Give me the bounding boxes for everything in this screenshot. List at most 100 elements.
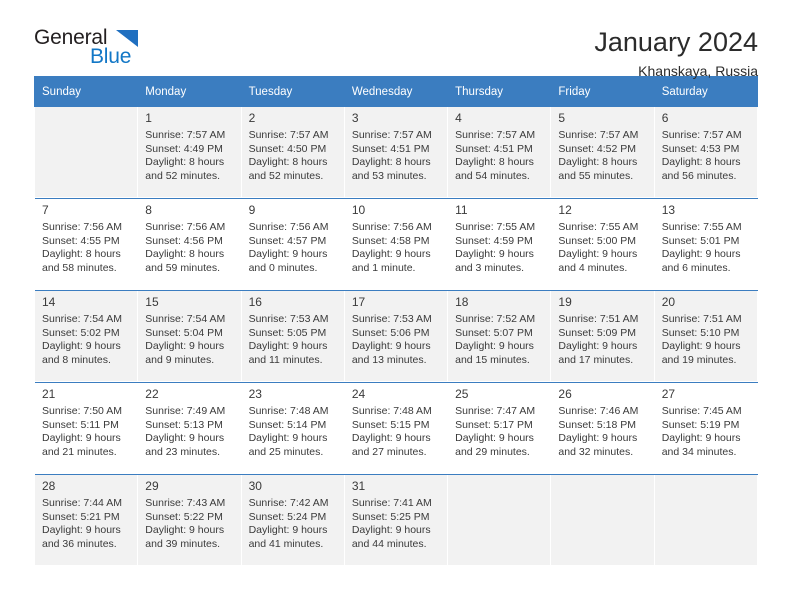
calendar-week-row: 28 Sunrise: 7:44 AM Sunset: 5:21 PM Dayligh… — [33, 475, 759, 566]
day-cell-content: 15 Sunrise: 7:54 AM Sunset: 5:04 PM Dayligh… — [138, 291, 240, 367]
calendar-day-cell[interactable]: 25 Sunrise: 7:47 AM Sunset: 5:17 PM Dayligh… — [447, 383, 552, 474]
day-daylight-text: Daylight: 8 hours — [558, 156, 638, 169]
day-daylight-text: Daylight: 9 hours — [455, 340, 534, 353]
day-cell-content: 23 Sunrise: 7:48 AM Sunset: 5:14 PM Dayligh… — [242, 383, 344, 459]
day-daylight-text: Daylight: 8 hours — [145, 156, 225, 169]
title-block: January 2024 Khanskaya, Russia — [594, 26, 758, 80]
day-sunrise-text: Sunrise: 7:41 AM — [351, 497, 432, 509]
day-cell-content: 17 Sunrise: 7:53 AM Sunset: 5:06 PM Dayligh… — [345, 291, 447, 367]
calendar-day-cell[interactable]: 23 Sunrise: 7:48 AM Sunset: 5:14 PM Dayligh… — [240, 383, 345, 474]
calendar-day-cell[interactable]: 3 Sunrise: 7:57 AM Sunset: 4:51 PM Daylight… — [343, 106, 449, 198]
day-sunrise-text: Sunrise: 7:55 AM — [455, 221, 536, 233]
calendar-day-cell[interactable]: 2 Sunrise: 7:57 AM Sunset: 4:50 PM Daylight… — [240, 106, 345, 198]
calendar-day-cell[interactable]: 17 Sunrise: 7:53 AM Sunset: 5:06 PM Dayligh… — [343, 291, 449, 382]
calendar-day-cell[interactable]: 22 Sunrise: 7:49 AM Sunset: 5:13 PM Dayligh… — [137, 383, 242, 474]
calendar-day-cell[interactable]: 28 Sunrise: 7:44 AM Sunset: 5:21 PM Dayligh… — [33, 475, 139, 566]
calendar-day-cell[interactable]: 13 Sunrise: 7:55 AM Sunset: 5:01 PM Dayligh… — [653, 199, 759, 290]
day-sunset-text: Sunset: 4:52 PM — [558, 142, 637, 155]
day-sunset-text: Sunset: 5:22 PM — [145, 510, 223, 523]
day-sunset-text: Sunset: 5:05 PM — [248, 326, 327, 339]
calendar-day-cell-empty — [653, 475, 759, 566]
day-sunrise-text: Sunrise: 7:51 AM — [558, 313, 639, 325]
calendar-day-cell[interactable]: 7 Sunrise: 7:56 AM Sunset: 4:55 PM Daylight… — [33, 199, 139, 290]
calendar-day-cell[interactable]: 16 Sunrise: 7:53 AM Sunset: 5:05 PM Dayligh… — [240, 291, 345, 382]
day-cell-content: 31 Sunrise: 7:41 AM Sunset: 5:25 PM Dayligh… — [345, 475, 447, 551]
day-daylight-text: and 25 minutes. — [248, 445, 324, 458]
day-cell-content: 1 Sunrise: 7:57 AM Sunset: 4:49 PM Daylight… — [138, 107, 240, 183]
day-daylight-text: Daylight: 9 hours — [351, 432, 431, 445]
calendar-day-cell[interactable]: 5 Sunrise: 7:57 AM Sunset: 4:52 PM Daylight… — [550, 106, 655, 198]
day-daylight-text: Daylight: 9 hours — [145, 432, 225, 445]
calendar-day-cell[interactable]: 11 Sunrise: 7:55 AM Sunset: 4:59 PM Dayligh… — [447, 199, 552, 290]
day-number: 12 — [558, 203, 572, 217]
day-cell-content: 5 Sunrise: 7:57 AM Sunset: 4:52 PM Daylight… — [551, 107, 653, 183]
calendar-day-cell[interactable]: 24 Sunrise: 7:48 AM Sunset: 5:15 PM Dayligh… — [343, 383, 449, 474]
day-daylight-text: and 41 minutes. — [248, 537, 324, 550]
weekday-header: Sunday Monday Tuesday Wednesday Thursday… — [33, 76, 759, 107]
day-sunset-text: Sunset: 4:55 PM — [42, 234, 120, 247]
calendar-day-cell[interactable]: 4 Sunrise: 7:57 AM Sunset: 4:51 PM Daylight… — [447, 106, 552, 198]
day-daylight-text: and 53 minutes. — [351, 169, 427, 182]
calendar-day-cell[interactable]: 21 Sunrise: 7:50 AM Sunset: 5:11 PM Dayligh… — [33, 383, 139, 474]
calendar-day-cell[interactable]: 29 Sunrise: 7:43 AM Sunset: 5:22 PM Dayligh… — [137, 475, 242, 566]
day-daylight-text: Daylight: 9 hours — [145, 524, 225, 537]
day-cell-content: 19 Sunrise: 7:51 AM Sunset: 5:09 PM Dayligh… — [551, 291, 653, 367]
day-cell-content: 8 Sunrise: 7:56 AM Sunset: 4:56 PM Daylight… — [138, 199, 240, 275]
weekday-header-thursday: Thursday — [447, 76, 552, 107]
calendar-day-cell[interactable]: 1 Sunrise: 7:57 AM Sunset: 4:49 PM Daylight… — [137, 106, 242, 198]
calendar-day-cell[interactable]: 30 Sunrise: 7:42 AM Sunset: 5:24 PM Dayligh… — [240, 475, 345, 566]
day-sunrise-text: Sunrise: 7:57 AM — [455, 129, 536, 141]
day-daylight-text: Daylight: 8 hours — [248, 156, 328, 169]
day-sunset-text: Sunset: 5:04 PM — [145, 326, 223, 339]
calendar-day-cell[interactable]: 19 Sunrise: 7:51 AM Sunset: 5:09 PM Dayligh… — [550, 291, 655, 382]
day-sunrise-text: Sunrise: 7:57 AM — [145, 129, 226, 141]
day-cell-content: 10 Sunrise: 7:56 AM Sunset: 4:58 PM Dayligh… — [345, 199, 447, 275]
day-number: 30 — [248, 479, 262, 493]
day-sunset-text: Sunset: 5:24 PM — [248, 510, 327, 523]
day-sunset-text: Sunset: 4:57 PM — [248, 234, 327, 247]
day-daylight-text: and 34 minutes. — [661, 445, 737, 458]
day-daylight-text: Daylight: 9 hours — [558, 432, 638, 445]
calendar-day-cell[interactable]: 9 Sunrise: 7:56 AM Sunset: 4:57 PM Daylight… — [240, 199, 345, 290]
day-number: 8 — [145, 203, 152, 217]
generalblue-logo[interactable]: General Blue — [34, 26, 194, 74]
day-number: 29 — [145, 479, 159, 493]
calendar-day-cell[interactable]: 20 Sunrise: 7:51 AM Sunset: 5:10 PM Dayligh… — [653, 291, 759, 382]
day-daylight-text: and 21 minutes. — [42, 445, 117, 458]
day-sunrise-text: Sunrise: 7:57 AM — [351, 129, 432, 141]
day-number: 10 — [351, 203, 366, 217]
calendar-day-cell[interactable]: 8 Sunrise: 7:56 AM Sunset: 4:56 PM Daylight… — [137, 199, 242, 290]
day-sunrise-text: Sunrise: 7:49 AM — [145, 405, 226, 417]
calendar-day-cell[interactable]: 14 Sunrise: 7:54 AM Sunset: 5:02 PM Dayligh… — [33, 291, 139, 382]
calendar-day-cell[interactable]: 27 Sunrise: 7:45 AM Sunset: 5:19 PM Dayligh… — [653, 383, 759, 474]
day-cell-content: 20 Sunrise: 7:51 AM Sunset: 5:10 PM Dayligh… — [655, 291, 757, 367]
calendar-day-cell[interactable]: 12 Sunrise: 7:55 AM Sunset: 5:00 PM Dayligh… — [550, 199, 655, 290]
day-number: 24 — [351, 387, 366, 401]
day-daylight-text: and 15 minutes. — [455, 353, 530, 366]
day-sunset-text: Sunset: 5:01 PM — [661, 234, 740, 247]
calendar-day-cell[interactable]: 6 Sunrise: 7:57 AM Sunset: 4:53 PM Daylight… — [653, 106, 759, 198]
day-sunset-text: Sunset: 4:51 PM — [455, 142, 533, 155]
day-sunset-text: Sunset: 5:18 PM — [558, 418, 637, 431]
day-sunset-text: Sunset: 5:11 PM — [42, 418, 119, 431]
calendar-day-cell[interactable]: 15 Sunrise: 7:54 AM Sunset: 5:04 PM Dayligh… — [137, 291, 242, 382]
calendar-table: Sunday Monday Tuesday Wednesday Thursday… — [33, 76, 759, 566]
day-number: 5 — [558, 111, 566, 125]
day-daylight-text: and 54 minutes. — [455, 169, 530, 182]
day-sunset-text: Sunset: 5:07 PM — [455, 326, 533, 339]
day-cell-content: 27 Sunrise: 7:45 AM Sunset: 5:19 PM Dayligh… — [655, 383, 757, 459]
day-sunrise-text: Sunrise: 7:50 AM — [42, 405, 122, 417]
logo-text-blue: Blue — [90, 45, 132, 68]
calendar-day-cell[interactable]: 26 Sunrise: 7:46 AM Sunset: 5:18 PM Dayligh… — [550, 383, 655, 474]
calendar-day-cell[interactable]: 10 Sunrise: 7:56 AM Sunset: 4:58 PM Dayligh… — [343, 199, 449, 290]
calendar-day-cell[interactable]: 31 Sunrise: 7:41 AM Sunset: 5:25 PM Dayligh… — [343, 475, 449, 566]
day-cell-content: 16 Sunrise: 7:53 AM Sunset: 5:05 PM Dayligh… — [242, 291, 344, 367]
day-number: 16 — [248, 295, 262, 309]
day-sunrise-text: Sunrise: 7:56 AM — [351, 221, 432, 233]
day-daylight-text: and 29 minutes. — [455, 445, 530, 458]
day-daylight-text: Daylight: 9 hours — [248, 524, 328, 537]
calendar-day-cell[interactable]: 18 Sunrise: 7:52 AM Sunset: 5:07 PM Dayligh… — [447, 291, 552, 382]
day-number: 27 — [661, 387, 676, 401]
day-daylight-text: and 8 minutes. — [42, 353, 111, 366]
day-cell-content: 30 Sunrise: 7:42 AM Sunset: 5:24 PM Dayligh… — [242, 475, 344, 551]
